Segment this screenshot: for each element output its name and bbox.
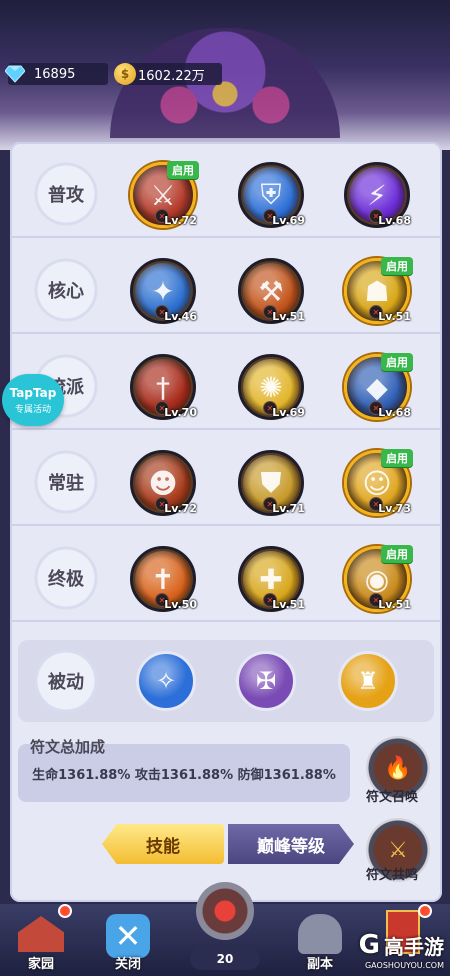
active-badge: 启用 (381, 449, 413, 467)
rune-resonance-label: 符文共鸣 (366, 868, 419, 883)
counter-pill: 20 (190, 948, 260, 970)
skill-icon[interactable]: ◉ 启用 ✕ Lv.51 (344, 545, 413, 612)
watermark-logo: G (358, 930, 380, 960)
skill-row-core: 核心 ✦ ✕ Lv.46 ⚒ ✕ Lv.51 ☗ 启用 ✕ Lv.51 (10, 238, 442, 334)
nav-center[interactable]: 20 (180, 882, 270, 976)
skill-icon[interactable]: ⛊ ✕ Lv.71 (238, 450, 305, 516)
passive-row: 被动 ✧ ✠ ♜ (18, 640, 434, 722)
skill-icon[interactable]: ✝ ✕ Lv.50 (130, 546, 197, 612)
skill-panel: 普攻 ⚔ 启用 ✕ Lv.72 ⛨ ✕ Lv.69 ⚡ ✕ Lv.68 核心 ✦ ✕ Lv.46 … (10, 142, 442, 902)
row-label-badge: 终极 (34, 546, 98, 610)
nav-home-label: 家园 (27, 957, 54, 972)
coin-counter[interactable]: $ 1602.22万 (114, 63, 222, 85)
house-icon (18, 916, 64, 952)
tower-icon: ♜ (357, 667, 379, 695)
rune-summon-label: 符文召唤 (366, 790, 419, 805)
skill-level: Lv.50 (164, 598, 197, 611)
skill-icon[interactable]: ✺ ✕ Lv.69 (238, 354, 305, 420)
taptap-subtitle: 专属活动 (14, 404, 51, 415)
taptap-event-button[interactable]: TapTap 专属活动 (2, 374, 64, 426)
skill-level: Lv.68 (378, 406, 411, 419)
notification-dot (418, 904, 432, 918)
nav-dungeon-label: 副本 (306, 957, 333, 972)
skill-icon[interactable]: ✦ ✕ Lv.46 (130, 258, 197, 324)
watermark-name: 高手游 (384, 934, 444, 959)
skill-icon[interactable]: ⚔ 启用 ✕ Lv.72 (130, 161, 199, 228)
passive-skill-icon[interactable]: ♜ (338, 651, 398, 711)
passive-skill-icon[interactable]: ✠ (236, 651, 296, 711)
gem-counter[interactable]: 16895 (5, 63, 108, 85)
skill-level: Lv.46 (164, 310, 197, 323)
row-label: 核心 (48, 281, 84, 302)
winged-sword-icon: ✠ (255, 667, 277, 695)
active-badge: 启用 (167, 161, 199, 179)
flame-icon: 🔥 (384, 755, 412, 781)
close-icon: ✕ (106, 914, 150, 958)
skill-icon[interactable]: † ✕ Lv.70 (130, 354, 197, 420)
skill-row-normal-attack: 普攻 ⚔ 启用 ✕ Lv.72 ⛨ ✕ Lv.69 ⚡ ✕ Lv.68 (10, 142, 442, 238)
skill-level: Lv.72 (164, 502, 197, 515)
skill-row-ultimate: 终极 ✝ ✕ Lv.50 ✚ ✕ Lv.51 ◉ 启用 ✕ Lv.51 (10, 526, 442, 622)
skill-level: Lv.69 (272, 406, 305, 419)
notification-dot (58, 904, 72, 918)
rune-bonus-text: 生命1361.88% 攻击1361.88% 防御1361.88% (32, 767, 336, 783)
skill-level: Lv.70 (164, 406, 197, 419)
sword-burst-icon: ✧ (155, 667, 177, 695)
skill-row-permanent: 常驻 ☻ ✕ Lv.72 ⛊ ✕ Lv.71 ☺ 启用 ✕ Lv.73 (10, 430, 442, 526)
coin-value: 1602.22万 (138, 68, 205, 84)
skill-icon[interactable]: ☗ 启用 ✕ Lv.51 (344, 257, 413, 324)
coin-icon: $ (114, 63, 136, 85)
row-label: 普攻 (48, 185, 84, 206)
row-label-badge: 核心 (34, 258, 98, 322)
diamond-icon (4, 63, 26, 85)
horned-emblem-icon (196, 882, 254, 940)
skill-level: Lv.51 (378, 598, 411, 611)
active-badge: 启用 (381, 545, 413, 563)
skill-icon[interactable]: ☺ 启用 ✕ Lv.73 (344, 449, 413, 516)
row-label: 被动 (48, 672, 84, 693)
rune-bonus-title: 符文总加成 (30, 738, 106, 756)
tab-skill[interactable]: 技能 (102, 824, 224, 864)
row-label-badge: 被动 (34, 649, 98, 713)
counter-value: 20 (216, 952, 234, 966)
row-label: 终极 (48, 569, 84, 590)
skill-level: Lv.69 (272, 214, 305, 227)
skill-level: Lv.72 (164, 214, 197, 227)
nav-close[interactable]: ✕ 关闭 (96, 904, 160, 976)
skill-icon[interactable]: ◆ 启用 ✕ Lv.68 (344, 353, 413, 420)
skill-level: Lv.71 (272, 502, 305, 515)
skill-icon[interactable]: ⚒ ✕ Lv.51 (238, 258, 305, 324)
active-badge: 启用 (381, 257, 413, 275)
row-label-badge: 常驻 (34, 450, 98, 514)
active-badge: 启用 (381, 353, 413, 371)
skill-level: Lv.51 (272, 310, 305, 323)
taptap-title: TapTap (9, 385, 57, 400)
skill-icon[interactable]: ✚ ✕ Lv.51 (238, 546, 305, 612)
tab-peak-level[interactable]: 巅峰等级 (228, 824, 354, 864)
sword-icon: ⚔ (388, 837, 408, 863)
skill-level: Lv.51 (378, 310, 411, 323)
row-label-badge: 普攻 (34, 162, 98, 226)
skill-icon[interactable]: ⛨ ✕ Lv.69 (238, 162, 305, 228)
nav-dungeon[interactable]: 副本 (290, 904, 350, 976)
nav-home[interactable]: 家园 (6, 904, 76, 976)
skill-icon[interactable]: ⚡ ✕ Lv.68 (344, 162, 411, 228)
row-label: 常驻 (48, 473, 84, 494)
gem-value: 16895 (34, 66, 76, 82)
watermark: G 高手游 GAOSHOUYOU.COM (358, 930, 444, 970)
watermark-url: GAOSHOUYOU.COM (364, 961, 444, 970)
skill-row-school: 流派 † ✕ Lv.70 ✺ ✕ Lv.69 ◆ 启用 ✕ Lv.68 (10, 334, 442, 430)
skill-level: Lv.68 (378, 214, 411, 227)
skill-level: Lv.51 (272, 598, 305, 611)
passive-skill-icon[interactable]: ✧ (136, 651, 196, 711)
skill-level: Lv.73 (378, 502, 411, 515)
skill-icon[interactable]: ☻ ✕ Lv.72 (130, 450, 197, 516)
nav-close-label: 关闭 (114, 957, 141, 972)
helmet-icon (298, 914, 342, 954)
